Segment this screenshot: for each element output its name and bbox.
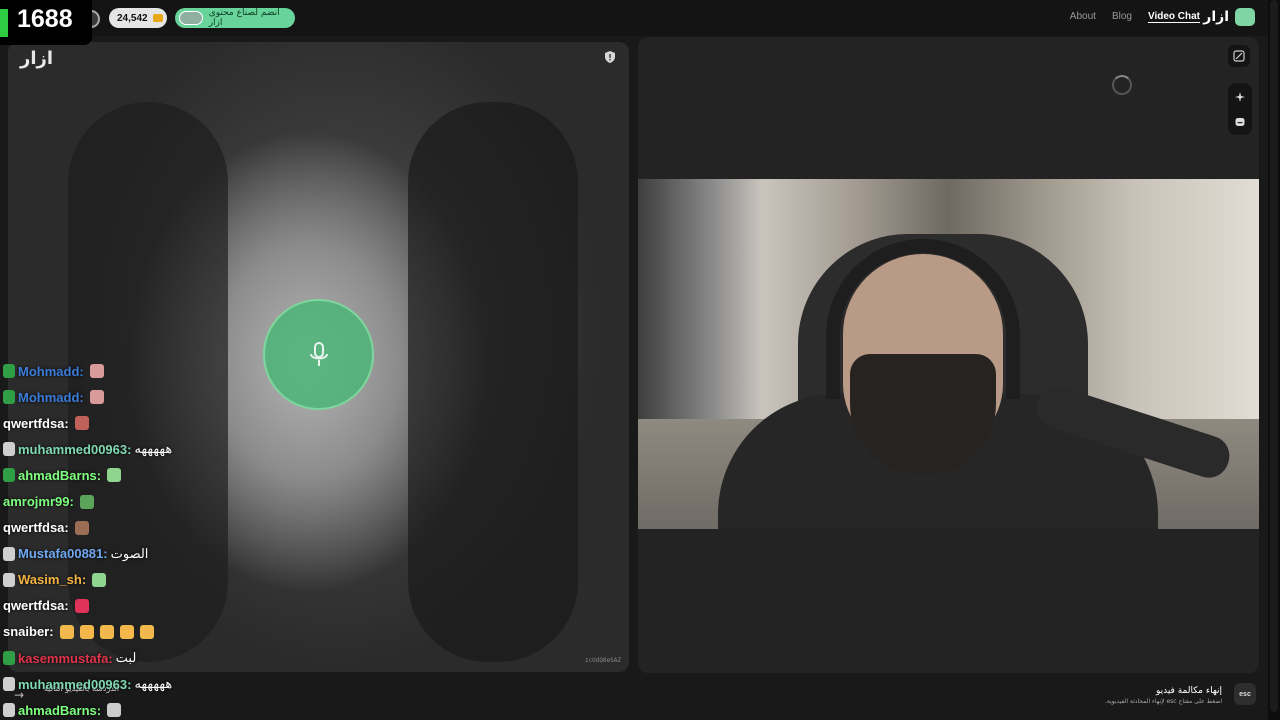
chat-emote-icon [107, 468, 122, 483]
user-badge-icon [3, 546, 15, 561]
self-video-panel [638, 37, 1259, 673]
live-indicator-icon [0, 9, 8, 37]
esc-button[interactable]: esc [1234, 683, 1256, 705]
chat-username[interactable]: kasemmustafa: [18, 651, 113, 666]
chat-username[interactable]: snaiber: [3, 624, 54, 639]
join-creators-label: انضم لصناع محتوى ازار [208, 8, 280, 28]
chat-username[interactable]: Mohmadd: [18, 364, 84, 379]
expand-button[interactable] [1228, 45, 1250, 67]
chat-emote-icon [119, 624, 134, 639]
coin-icon [152, 14, 163, 22]
session-id: zcUdQ8eSAZ [584, 657, 621, 664]
chat-username[interactable]: qwertfdsa: [3, 598, 69, 613]
user-badge-icon [3, 442, 15, 457]
chat-username[interactable]: Mustafa00881: [18, 546, 108, 561]
user-badge-icon [3, 468, 15, 483]
effects-toolbar [1228, 83, 1252, 135]
chat-username[interactable]: qwertfdsa: [3, 416, 69, 431]
top-bar: 24,542 انضم لصناع محتوى ازار About Blog … [0, 0, 1280, 36]
chat-message: amrojmr99: [3, 488, 263, 514]
viewer-count: 1688 [17, 5, 73, 33]
chat-emote-icon [139, 624, 154, 639]
viewer-counter: 1688 [0, 0, 92, 45]
nav-video-chat[interactable]: Video Chat [1148, 11, 1200, 22]
chat-emote-icon [99, 624, 114, 639]
chat-emote-icon [89, 390, 104, 405]
user-badge-icon [3, 390, 15, 405]
expand-icon [1233, 50, 1245, 62]
chat-emote-icon [59, 624, 74, 639]
video-shade-right [408, 102, 578, 662]
chat-emote-icon [107, 703, 122, 718]
azar-watermark: ازار [20, 48, 54, 69]
scrollbar-thumb[interactable] [1270, 0, 1278, 712]
chat-message: kasemmustafa: لبت [3, 645, 263, 671]
end-call-subtitle: اضغط على مفتاح esc لإنهاء المحادثة الفيد… [1104, 698, 1222, 705]
chat-message: muhammed00963: هههههه [3, 436, 263, 462]
chat-emote-icon [79, 624, 94, 639]
brand-name: ازار [1203, 9, 1229, 25]
user-badge-icon [3, 677, 15, 692]
chat-text: هههههه [134, 676, 173, 692]
chat-emote-icon [89, 364, 104, 379]
mic-muted-indicator[interactable] [263, 299, 374, 410]
chat-text: الصوت [110, 545, 149, 561]
end-call-hint: إنهاء مكالمة فيديو اضغط على مفتاح esc لإ… [1105, 686, 1222, 705]
self-camera-feed [638, 179, 1259, 529]
chat-emote-icon [74, 416, 89, 431]
filter-button[interactable] [1229, 111, 1251, 133]
chat-message: qwertfdsa: [3, 593, 263, 619]
chat-message: Mohmadd: [3, 384, 263, 410]
page-scrollbar[interactable] [1268, 0, 1280, 720]
chat-username[interactable]: amrojmr99: [3, 494, 74, 509]
report-shield-icon[interactable] [603, 50, 617, 64]
app-root: 24,542 انضم لصناع محتوى ازار About Blog … [0, 0, 1280, 720]
loading-spinner-icon [1112, 75, 1132, 95]
creators-avatar-icon [179, 11, 203, 25]
coins-value: 24,542 [117, 12, 148, 24]
user-badge-icon [3, 651, 15, 666]
join-creators-button[interactable]: انضم لصناع محتوى ازار [175, 8, 295, 28]
chat-message: ahmadBarns: [3, 697, 263, 720]
chat-emote-icon [74, 598, 89, 613]
sparkle-icon [1235, 92, 1245, 102]
chat-message: snaiber: [3, 619, 263, 645]
user-badge-icon [3, 703, 15, 718]
chat-message: muhammed00963: هههههه [3, 671, 263, 697]
chat-username[interactable]: ahmadBarns: [18, 468, 101, 483]
user-badge-icon [3, 364, 15, 379]
chat-message: qwertfdsa: [3, 410, 263, 436]
chat-username[interactable]: Mohmadd: [18, 390, 84, 405]
coin-balance[interactable]: 24,542 [109, 8, 167, 28]
chat-emote-icon [92, 572, 107, 587]
chat-username[interactable]: muhammed00963: [18, 677, 131, 692]
chat-message: Mustafa00881: الصوت [3, 541, 263, 567]
chat-username[interactable]: Wasim_sh: [18, 572, 86, 587]
microphone-icon [309, 341, 328, 366]
chat-text: هههههه [134, 441, 173, 457]
chat-username[interactable]: ahmadBarns: [18, 703, 101, 718]
nav-blog[interactable]: Blog [1112, 11, 1132, 22]
chat-message: qwertfdsa: [3, 515, 263, 541]
chat-username[interactable]: muhammed00963: [18, 442, 131, 457]
end-call-title: إنهاء مكالمة فيديو [1155, 686, 1222, 696]
chat-text: لبت [115, 650, 137, 666]
chat-emote-icon [74, 520, 89, 535]
mask-icon [1235, 118, 1245, 126]
azar-logo-icon [1235, 8, 1255, 26]
user-badge-icon [3, 572, 15, 587]
nav-about[interactable]: About [1070, 11, 1096, 22]
chat-message: Mohmadd: [3, 358, 263, 384]
top-nav: About Blog Video Chat [1070, 11, 1200, 22]
chat-message: ahmadBarns: [3, 462, 263, 488]
chat-overlay: Mohmadd: Mohmadd: qwertfdsa: muhammed00963:… [3, 358, 263, 720]
brand-logo[interactable]: ازار [1203, 8, 1255, 26]
chat-message: Wasim_sh: [3, 567, 263, 593]
chat-username[interactable]: qwertfdsa: [3, 520, 69, 535]
effects-button[interactable] [1229, 86, 1251, 108]
chat-emote-icon [79, 494, 94, 509]
